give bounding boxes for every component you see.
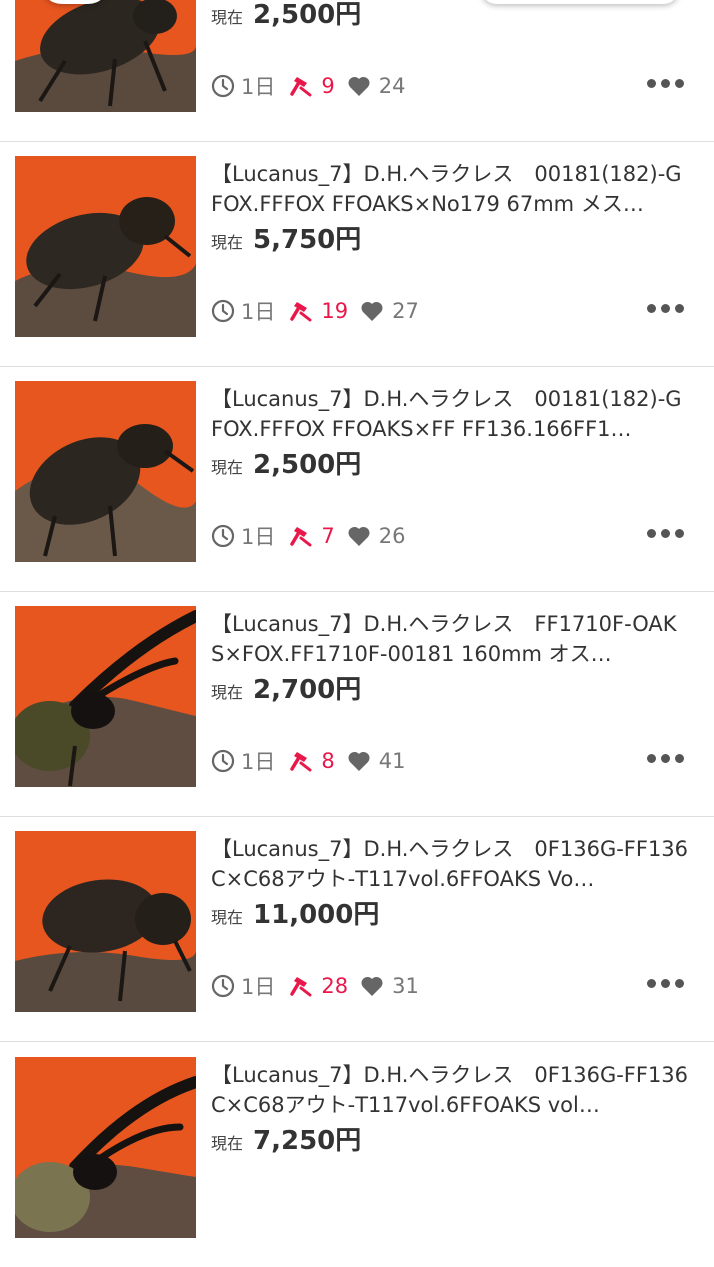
bid-count: 9 <box>321 74 335 98</box>
item-title[interactable]: 【Lucanus_7】D.H.ヘラクレス 0F136G-FF136C×C68アウ… <box>211 1060 689 1120</box>
current-price: 2,500円 <box>253 0 362 30</box>
clock-icon <box>211 299 235 323</box>
gavel-icon <box>289 974 313 998</box>
gavel-icon <box>289 749 313 773</box>
item-thumbnail[interactable] <box>15 156 196 337</box>
time-remaining: 1日 <box>241 300 276 324</box>
more-dots-icon[interactable] <box>647 754 684 763</box>
heart-icon[interactable] <box>347 525 371 547</box>
female-beetle-image <box>15 0 196 112</box>
clock-icon <box>211 749 235 773</box>
more-dots-icon[interactable] <box>647 304 684 313</box>
more-dots-icon[interactable] <box>647 79 684 88</box>
heart-icon[interactable] <box>347 75 371 97</box>
watch-count: 26 <box>378 524 406 548</box>
female-beetle-image <box>15 831 196 1012</box>
floating-toolbar[interactable] <box>480 0 680 4</box>
female-beetle-image <box>15 156 196 337</box>
current-price: 5,750円 <box>253 225 362 255</box>
item-title[interactable]: 【Lucanus_7】D.H.ヘラクレス 00181(182)-GFOX.FFF… <box>211 159 689 219</box>
current-price: 2,500円 <box>253 450 362 480</box>
item-thumbnail[interactable] <box>15 381 196 562</box>
gavel-icon <box>289 299 313 323</box>
item-thumbnail[interactable] <box>15 606 196 787</box>
clock-icon <box>211 74 235 98</box>
price-row: 現在 5,750円 <box>211 219 361 255</box>
item-meta: 1日 9 24 <box>211 71 405 101</box>
current-price: 7,250円 <box>253 1126 362 1156</box>
list-item[interactable]: 【Lucanus_7】D.H.ヘラクレス 0F136G-FF136C×C68アウ… <box>0 816 714 1042</box>
clock-icon <box>211 974 235 998</box>
current-price: 11,000円 <box>253 900 380 930</box>
current-price: 2,700円 <box>253 675 362 705</box>
list-item[interactable]: 現在 2,500円 1日 9 24 <box>0 0 714 142</box>
time-remaining: 1日 <box>241 975 276 999</box>
gavel-icon <box>289 524 313 548</box>
price-row: 現在 2,700円 <box>211 669 361 705</box>
time-remaining: 1日 <box>241 525 276 549</box>
heart-icon[interactable] <box>360 975 384 997</box>
gavel-icon <box>289 74 313 98</box>
list-item[interactable]: 【Lucanus_7】D.H.ヘラクレス 00181(182)-GFOX.FFF… <box>0 141 714 367</box>
item-title[interactable]: 【Lucanus_7】D.H.ヘラクレス 0F136G-FF136C×C68アウ… <box>211 834 689 894</box>
male-beetle-image <box>15 1057 196 1238</box>
heart-icon[interactable] <box>347 750 371 772</box>
item-title[interactable]: 【Lucanus_7】D.H.ヘラクレス 00181(182)-GFOX.FFF… <box>211 384 689 444</box>
watch-count: 24 <box>378 74 406 98</box>
item-meta: 1日 19 27 <box>211 296 419 326</box>
price-row: 現在 11,000円 <box>211 894 379 930</box>
item-thumbnail[interactable] <box>15 0 196 112</box>
list-item[interactable]: 【Lucanus_7】D.H.ヘラクレス FF1710F-OAKS×FOX.FF… <box>0 591 714 817</box>
watch-count: 41 <box>378 749 406 773</box>
bid-count: 7 <box>321 524 335 548</box>
bid-count: 28 <box>321 974 349 998</box>
price-label: 現在 <box>211 908 244 927</box>
price-label: 現在 <box>211 458 244 477</box>
heart-icon[interactable] <box>360 300 384 322</box>
watch-count: 31 <box>392 974 419 998</box>
item-meta: 1日 28 31 <box>211 971 419 1001</box>
bid-count: 8 <box>321 749 335 773</box>
more-dots-icon[interactable] <box>647 979 684 988</box>
list-item[interactable]: 【Lucanus_7】D.H.ヘラクレス 0F136G-FF136C×C68アウ… <box>0 1042 714 1267</box>
price-label: 現在 <box>211 683 244 702</box>
price-label: 現在 <box>211 1134 244 1153</box>
item-title[interactable]: 【Lucanus_7】D.H.ヘラクレス FF1710F-OAKS×FOX.FF… <box>211 609 689 669</box>
watch-count: 27 <box>392 299 419 323</box>
clock-icon <box>211 524 235 548</box>
item-meta: 1日 7 26 <box>211 521 405 551</box>
time-remaining: 1日 <box>241 750 276 774</box>
price-row: 現在 2,500円 <box>211 444 361 480</box>
item-thumbnail[interactable] <box>15 831 196 1012</box>
price-row: 現在 7,250円 <box>211 1120 361 1156</box>
price-label: 現在 <box>211 8 244 27</box>
list-item[interactable]: 【Lucanus_7】D.H.ヘラクレス 00181(182)-GFOX.FFF… <box>0 366 714 592</box>
price-row: 現在 2,500円 <box>211 0 361 30</box>
time-remaining: 1日 <box>241 75 276 99</box>
more-dots-icon[interactable] <box>647 529 684 538</box>
price-label: 現在 <box>211 233 244 252</box>
bid-count: 19 <box>321 299 349 323</box>
female-beetle-image <box>15 381 196 562</box>
male-beetle-image <box>15 606 196 787</box>
item-thumbnail[interactable] <box>15 1057 196 1238</box>
item-meta: 1日 8 41 <box>211 746 405 776</box>
